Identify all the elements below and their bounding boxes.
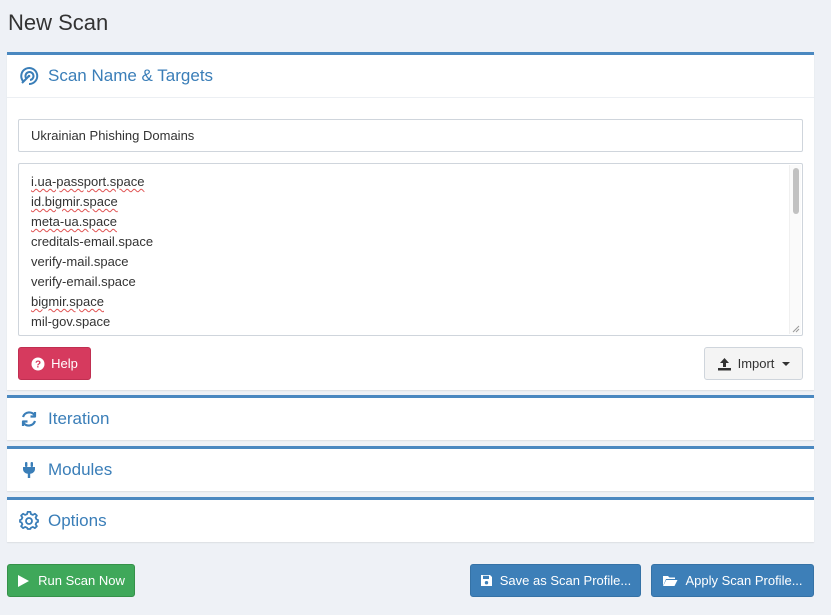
target-item-text: i.ua-passport.space <box>31 174 145 189</box>
target-item-text: mil-gov.space <box>31 314 111 329</box>
target-item: bigmir.space <box>31 292 790 312</box>
page-title: New Scan <box>8 10 109 35</box>
caret-down-icon <box>782 361 791 366</box>
target-item: id.bigmir.space <box>31 192 790 212</box>
target-item-text: creditals-email.space <box>31 234 154 249</box>
run-scan-button[interactable]: Run Scan Now <box>7 564 135 597</box>
targets-panel-title: Scan Name & Targets <box>48 66 214 85</box>
save-scan-profile-label: Save as Scan Profile... <box>499 573 632 588</box>
target-item-text: id.bigmir.space <box>31 194 118 209</box>
gear-icon <box>19 511 39 531</box>
import-button[interactable]: Import <box>704 347 803 380</box>
targets-panel-body: i.ua-passport.space id.bigmir.space meta-u… <box>7 97 814 390</box>
help-label: Help <box>51 356 78 371</box>
apply-scan-profile-button[interactable]: Apply Scan Profile... <box>651 564 814 597</box>
targets-panel: Scan Name & Targets i.ua-passport.spacei… <box>7 52 814 390</box>
modules-panel-title: Modules <box>48 460 113 479</box>
question-circle-icon: ? <box>31 357 45 370</box>
options-panel-title: Options <box>48 511 107 530</box>
targets-textarea[interactable]: i.ua-passport.space id.bigmir.space meta-u… <box>18 163 803 336</box>
target-item-text: verify-mail.space <box>31 254 129 269</box>
folder-open-icon <box>663 576 678 586</box>
target-item: mil-gov.space <box>31 312 790 332</box>
play-icon <box>18 574 30 587</box>
target-item: meta-ua.space <box>31 212 790 232</box>
target-item: verify-mail.space <box>31 252 790 272</box>
target-item-text: meta-ua.space <box>31 214 117 229</box>
run-scan-label: Run Scan Now <box>38 573 125 588</box>
target-item-text: verify-email.space <box>31 274 136 289</box>
modules-panel-header[interactable]: Modules <box>7 449 814 491</box>
save-scan-profile-button[interactable]: Save as Scan Profile... <box>470 564 641 597</box>
iteration-panel-title: Iteration <box>48 409 110 428</box>
modules-panel: Modules <box>7 446 814 491</box>
upload-icon <box>717 357 731 370</box>
svg-text:?: ? <box>35 359 41 370</box>
target-item: verify-email.space <box>31 272 790 292</box>
targets-scrollbar[interactable] <box>789 165 801 334</box>
scrollbar-thumb[interactable] <box>793 168 799 214</box>
target-item: i.ua-passport.space <box>31 172 790 192</box>
sync-icon <box>19 409 39 429</box>
iteration-panel: Iteration <box>7 395 814 440</box>
radar-icon <box>19 66 39 86</box>
options-panel: Options <box>7 497 814 542</box>
plug-icon <box>19 460 39 480</box>
options-panel-header[interactable]: Options <box>7 500 814 542</box>
target-item-text: bigmir.space <box>31 294 104 309</box>
help-button[interactable]: ? Help <box>18 347 91 380</box>
apply-scan-profile-label: Apply Scan Profile... <box>685 573 803 588</box>
import-label: Import <box>737 356 775 371</box>
targets-list: i.ua-passport.space id.bigmir.space meta-u… <box>19 164 802 335</box>
target-item: creditals-email.space <box>31 232 790 252</box>
save-icon <box>480 575 492 586</box>
resize-grip-icon[interactable] <box>791 324 800 333</box>
iteration-panel-header[interactable]: Iteration <box>7 398 814 440</box>
scan-name-input[interactable] <box>18 119 803 152</box>
targets-panel-header[interactable]: Scan Name & Targets <box>7 55 814 97</box>
